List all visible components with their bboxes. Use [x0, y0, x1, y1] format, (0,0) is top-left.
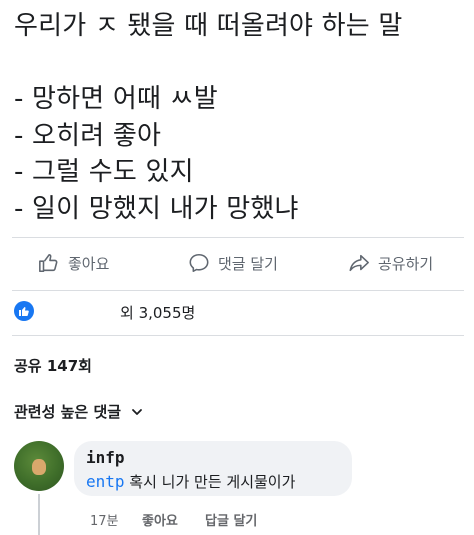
thumbs-up-icon [39, 253, 58, 273]
comment-icon [189, 253, 209, 273]
comment-like-button[interactable]: 좋아요 [142, 510, 178, 529]
reaction-count: 외 3,055명 [120, 304, 196, 322]
reactions-summary[interactable]: 외 3,055명 [12, 300, 462, 324]
avatar-figure [32, 459, 46, 475]
avatar[interactable] [14, 441, 64, 491]
share-count[interactable]: 공유 147회 [14, 355, 92, 376]
like-reaction-icon [14, 301, 34, 321]
comment-body: 혹시 니가 만든 게시물이가 [124, 473, 296, 491]
post-line-4: - 일이 망했지 내가 망했냐 [14, 193, 299, 224]
share-button[interactable]: 공유하기 [348, 246, 433, 280]
comment-bubble: infp entp 혹시 니가 만든 게시물이가 [74, 441, 352, 496]
post-line-2: - 오히려 좋아 [14, 120, 162, 151]
comments-sort-dropdown[interactable]: 관련성 높은 댓글 [14, 401, 143, 422]
share-icon [349, 254, 369, 272]
comments-sort-label: 관련성 높은 댓글 [14, 403, 122, 421]
comment-author[interactable]: infp [86, 448, 125, 467]
share-button-label: 공유하기 [378, 254, 434, 273]
comment-button[interactable]: 댓글 달기 [188, 246, 278, 280]
post-line-1: - 망하면 어때 ㅆ발 [14, 84, 218, 114]
chevron-down-icon [132, 408, 142, 415]
divider-top [12, 237, 464, 238]
divider-actions [12, 290, 464, 291]
like-button[interactable]: 좋아요 [38, 246, 109, 280]
comment-button-label: 댓글 달기 [218, 254, 278, 273]
divider-reactions [12, 335, 464, 336]
post-line-3: - 그럴 수도 있지 [14, 157, 194, 187]
comment-text: entp 혹시 니가 만든 게시물이가 [86, 471, 295, 492]
post-actions: 좋아요 댓글 달기 공유하기 [0, 246, 474, 280]
comment-reply-button[interactable]: 답글 달기 [205, 510, 257, 529]
post-title-line: 우리가 ㅈ 됐을 때 떠올려야 하는 말 [14, 11, 403, 41]
like-button-label: 좋아요 [68, 254, 110, 273]
post-body: 우리가 ㅈ 됐을 때 떠올려야 하는 말 - 망하면 어때 ㅆ발 - 오히려 좋… [14, 8, 464, 227]
comment-time: 17분 [90, 514, 119, 529]
comment-mention[interactable]: entp [86, 472, 125, 491]
thread-line [38, 494, 40, 535]
